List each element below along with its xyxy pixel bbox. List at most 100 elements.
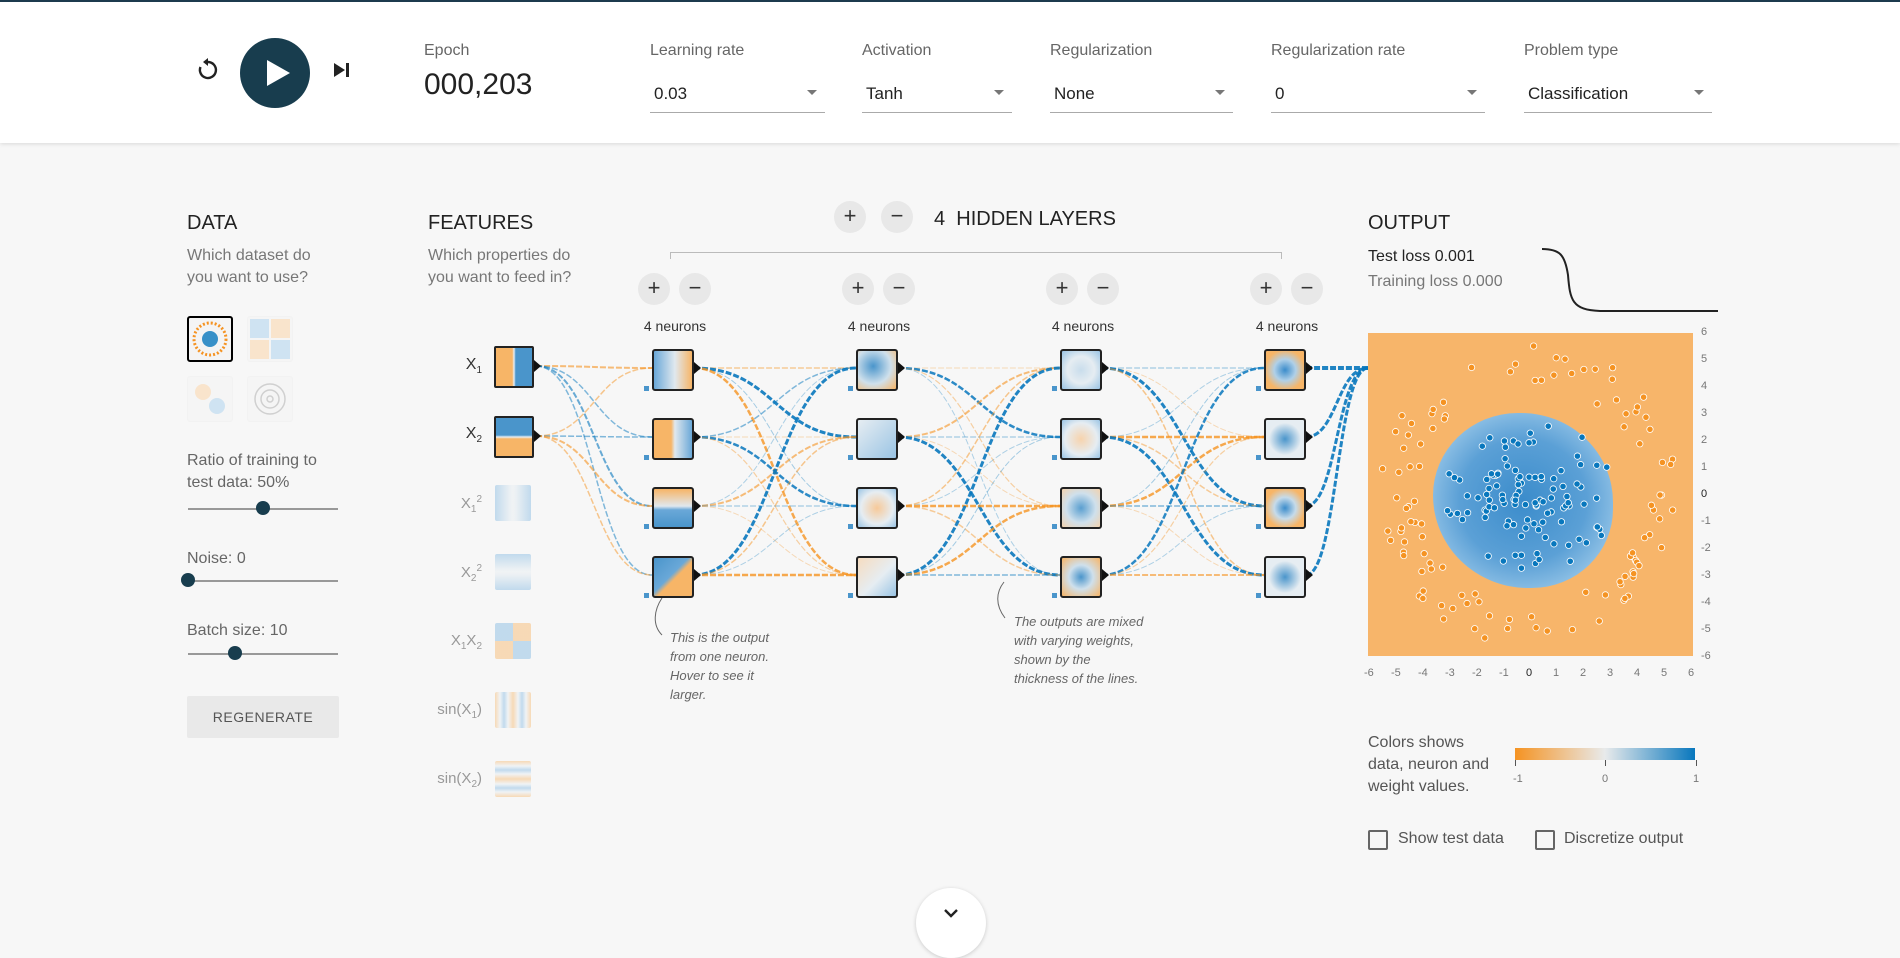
feature-label-sin-x1: sin(X1) — [437, 701, 482, 721]
dataset-circle[interactable] — [187, 316, 233, 362]
data-point-orange — [1633, 403, 1642, 411]
show-test-data-label[interactable]: Show test data — [1398, 830, 1504, 848]
data-point-orange — [1612, 396, 1621, 404]
show-test-data-checkbox[interactable] — [1368, 830, 1388, 850]
weight-link — [897, 366, 1061, 439]
data-point-blue — [1526, 429, 1534, 437]
add-neuron-button[interactable]: + — [1250, 273, 1282, 305]
add-neuron-button[interactable]: + — [1046, 273, 1078, 305]
neuron-l4-n2[interactable] — [1264, 418, 1306, 460]
feature-node-x1x2[interactable] — [495, 623, 531, 659]
batch-slider-track[interactable] — [188, 653, 338, 655]
feature-node-x2-squared[interactable] — [495, 554, 531, 590]
neuron-l3-n3[interactable] — [1060, 487, 1102, 529]
data-point-orange — [1398, 412, 1406, 420]
data-point-blue — [1565, 541, 1573, 549]
feature-node-x1-squared[interactable] — [495, 485, 531, 521]
weight-link — [897, 436, 1061, 507]
add-neuron-button[interactable]: + — [638, 273, 670, 305]
data-point-blue — [1543, 509, 1552, 517]
weight-link — [1101, 367, 1265, 438]
data-point-blue — [1501, 455, 1509, 463]
neuron-l1-n3[interactable] — [652, 487, 694, 529]
features-heading: FEATURES — [428, 212, 534, 234]
remove-neuron-button[interactable]: − — [679, 273, 711, 305]
test-loss-value: 0.001 — [1434, 248, 1475, 265]
output-arrow — [694, 569, 701, 581]
neuron-l1-n2[interactable] — [652, 418, 694, 460]
output-arrow — [1102, 431, 1109, 443]
noise-slider-thumb[interactable] — [181, 573, 195, 587]
neuron-l2-n3[interactable] — [856, 487, 898, 529]
training-loss-value: 0.000 — [1462, 273, 1503, 290]
dataset-xor[interactable] — [247, 316, 293, 362]
data-point-orange — [1449, 604, 1457, 613]
output-heatmap[interactable] — [1368, 333, 1693, 656]
discretize-output-checkbox[interactable] — [1535, 830, 1555, 850]
y-tick: -3 — [1701, 569, 1711, 581]
feature-node-sin-x2[interactable] — [495, 761, 531, 797]
batch-slider-thumb[interactable] — [227, 646, 242, 660]
y-tick: -5 — [1701, 623, 1711, 635]
weight-link — [693, 367, 857, 507]
remove-neuron-button[interactable]: − — [1087, 273, 1119, 305]
data-point-blue — [1443, 507, 1452, 515]
regularization-rate-select[interactable]: 0 — [1271, 78, 1485, 113]
data-point-blue — [1549, 485, 1557, 493]
add-neuron-button[interactable]: + — [842, 273, 874, 305]
neuron-l3-n4[interactable] — [1060, 556, 1102, 598]
feature-node-x1[interactable] — [494, 346, 534, 388]
output-arrow — [1102, 569, 1109, 581]
dataset-question: Which dataset do you want to use? — [187, 247, 311, 286]
neuron-l2-n2[interactable] — [856, 418, 898, 460]
weight-link — [693, 436, 857, 576]
remove-layer-button[interactable]: − — [881, 201, 913, 233]
dataset-gauss[interactable] — [187, 376, 233, 422]
neuron-l3-n2[interactable] — [1060, 418, 1102, 460]
learning-rate-select[interactable]: 0.03 — [650, 78, 825, 113]
data-point-orange — [1418, 520, 1426, 528]
ratio-slider-thumb[interactable] — [256, 501, 270, 515]
data-point-orange — [1630, 570, 1638, 578]
data-point-blue — [1490, 504, 1499, 512]
sub: 1 — [470, 504, 477, 515]
neuron-l4-n4[interactable] — [1264, 556, 1306, 598]
neuron-l4-n3[interactable] — [1264, 487, 1306, 529]
data-point-orange — [1481, 634, 1489, 642]
play-button[interactable] — [240, 38, 310, 108]
weight-link — [897, 504, 1061, 577]
neuron-l1-n1[interactable] — [652, 349, 694, 391]
problem-type-select[interactable]: Classification — [1524, 78, 1712, 113]
step-button[interactable] — [330, 58, 354, 82]
scroll-down-button[interactable] — [916, 888, 986, 958]
discretize-output-label[interactable]: Discretize output — [1564, 830, 1683, 848]
add-layer-button[interactable]: + — [834, 201, 866, 233]
feature-node-sin-x1[interactable] — [495, 692, 531, 728]
weight-link — [693, 366, 857, 577]
noise-slider-track[interactable] — [188, 580, 338, 582]
neuron-l4-n1[interactable] — [1264, 349, 1306, 391]
regenerate-button[interactable]: REGENERATE — [187, 696, 339, 738]
remove-neuron-button[interactable]: − — [883, 273, 915, 305]
remove-neuron-button[interactable]: − — [1291, 273, 1323, 305]
data-point-blue — [1483, 490, 1491, 499]
feature-node-x2[interactable] — [494, 416, 534, 458]
ratio-value: 50% — [257, 474, 290, 491]
data-point-orange — [1429, 405, 1437, 413]
regularization-select[interactable]: None — [1050, 78, 1233, 113]
data-point-orange — [1463, 599, 1471, 608]
data-point-orange — [1400, 444, 1408, 452]
hidden-layer-title-text: HIDDEN LAYERS — [956, 208, 1116, 230]
neuron-l2-n1[interactable] — [856, 349, 898, 391]
weight-link — [897, 367, 1061, 576]
chevron-down-icon — [807, 90, 817, 95]
x-tick: 1 — [1553, 667, 1560, 679]
activation-select[interactable]: Tanh — [862, 78, 1012, 113]
x-tick: 5 — [1661, 667, 1668, 679]
neuron-l1-n4[interactable] — [652, 556, 694, 598]
y-tick: -2 — [1701, 542, 1711, 554]
neuron-l2-n4[interactable] — [856, 556, 898, 598]
reset-button[interactable] — [194, 56, 222, 84]
neuron-l3-n1[interactable] — [1060, 349, 1102, 391]
dataset-spiral[interactable] — [247, 376, 293, 422]
